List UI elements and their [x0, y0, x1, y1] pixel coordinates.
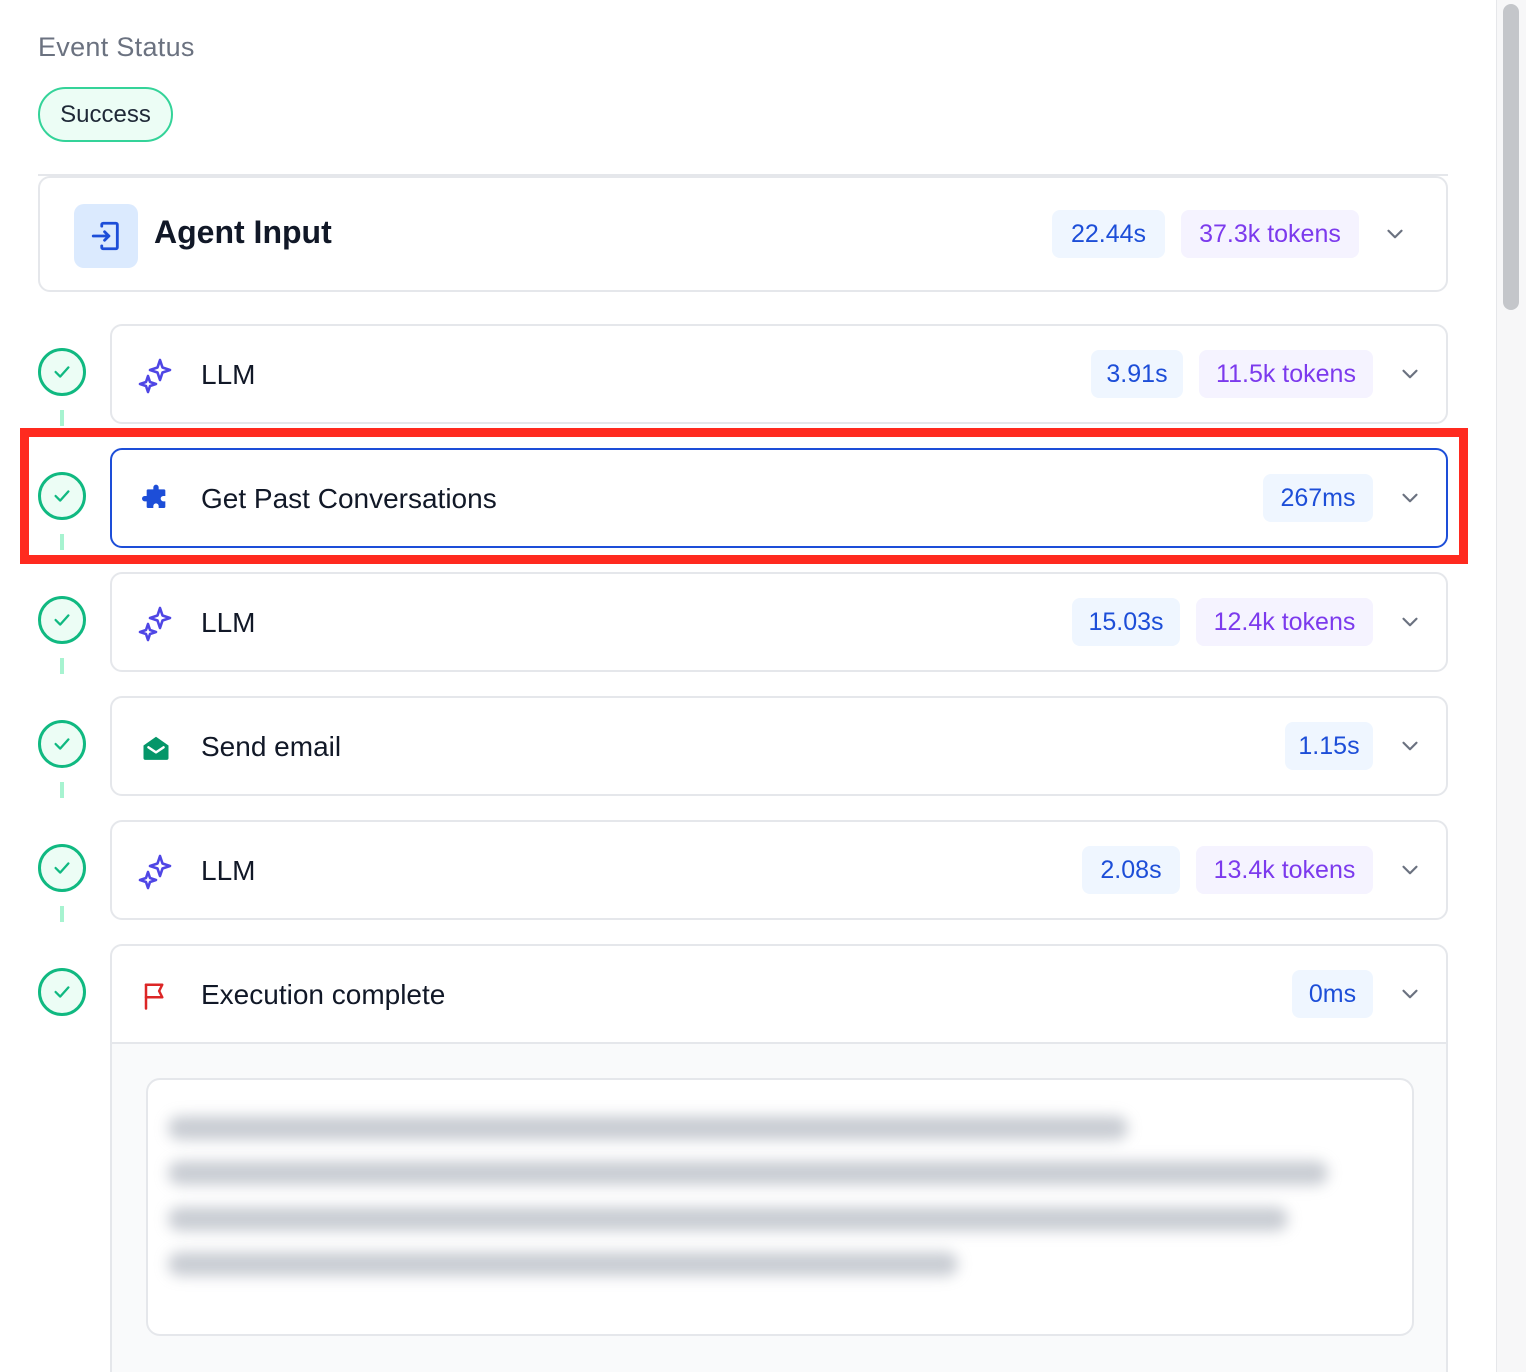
event-status-label: Event Status: [38, 32, 195, 62]
chevron-down-icon[interactable]: [1396, 856, 1424, 884]
step-title: LLM: [201, 855, 256, 886]
chevron-down-icon[interactable]: [1396, 484, 1424, 512]
duration-pill: 3.91s: [1091, 350, 1183, 398]
duration-pill: 15.03s: [1072, 598, 1180, 646]
success-check-icon: [38, 844, 86, 892]
success-check-icon: [38, 720, 86, 768]
sparkles-icon: [136, 604, 176, 644]
step-title: Send email: [201, 731, 342, 762]
redacted-text-line: [168, 1207, 1288, 1231]
login-icon: [74, 204, 138, 268]
tokens-pill: 37.3k tokens: [1181, 210, 1359, 258]
timeline-connector: [60, 782, 64, 798]
step-title: Get Past Conversations: [201, 483, 497, 514]
redacted-text-line: [168, 1161, 1328, 1185]
puzzle-icon: [136, 480, 176, 520]
flag-icon: [136, 976, 176, 1016]
chevron-down-icon[interactable]: [1396, 608, 1424, 636]
sparkles-icon: [136, 356, 176, 396]
timeline-connector: [60, 410, 64, 426]
redacted-text-line: [168, 1116, 1128, 1140]
duration-pill: 22.44s: [1052, 210, 1165, 258]
success-check-icon: [38, 348, 86, 396]
duration-pill: 1.15s: [1285, 722, 1373, 770]
step-card-llm[interactable]: LLM 15.03s 12.4k tokens: [110, 572, 1448, 672]
chevron-down-icon[interactable]: [1396, 360, 1424, 388]
output-text-box[interactable]: [146, 1078, 1414, 1336]
chevron-down-icon[interactable]: [1396, 732, 1424, 760]
step-title: Execution complete: [201, 979, 446, 1010]
step-title: LLM: [201, 359, 256, 390]
step-card-send-email[interactable]: Send email 1.15s: [110, 696, 1448, 796]
chevron-down-icon[interactable]: [1381, 220, 1409, 248]
status-badge: Success: [38, 87, 173, 142]
success-check-icon: [38, 596, 86, 644]
step-title: LLM: [201, 607, 256, 638]
timeline-connector: [60, 658, 64, 674]
step-card-get-past-conversations[interactable]: Get Past Conversations 267ms: [110, 448, 1448, 548]
tokens-pill: 13.4k tokens: [1196, 846, 1373, 894]
step-card-llm[interactable]: LLM 3.91s 11.5k tokens: [110, 324, 1448, 424]
duration-pill: 2.08s: [1082, 846, 1180, 894]
tokens-pill: 12.4k tokens: [1196, 598, 1373, 646]
success-check-icon: [38, 968, 86, 1016]
envelope-open-icon: [136, 728, 176, 768]
agent-input-card[interactable]: Agent Input 22.44s 37.3k tokens: [38, 176, 1448, 292]
agent-input-title: Agent Input: [154, 214, 332, 250]
timeline-connector: [60, 906, 64, 922]
timeline-connector: [60, 534, 64, 550]
chevron-down-icon[interactable]: [1396, 980, 1424, 1008]
duration-pill: 267ms: [1263, 474, 1373, 522]
redacted-text-line: [168, 1252, 958, 1276]
duration-pill: 0ms: [1292, 970, 1373, 1018]
success-check-icon: [38, 472, 86, 520]
scrollbar-thumb[interactable]: [1503, 4, 1519, 310]
tokens-pill: 11.5k tokens: [1199, 350, 1373, 398]
sparkles-icon: [136, 852, 176, 892]
execution-details-panel: [112, 1042, 1446, 1372]
step-card-llm[interactable]: LLM 2.08s 13.4k tokens: [110, 820, 1448, 920]
